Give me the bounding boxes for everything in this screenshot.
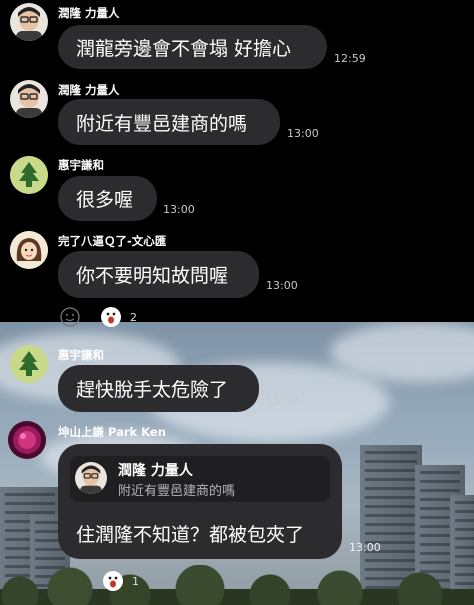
avatar[interactable] (10, 80, 48, 118)
sender-name: 惠宇謙和 (58, 348, 104, 362)
sender-name: 惠宇謙和 (58, 158, 104, 172)
message-bubble[interactable]: 潤龍旁邊會不會塌 好擔心 (58, 25, 327, 69)
reaction-count: 2 (130, 310, 137, 324)
surprise-reaction-icon[interactable] (100, 306, 122, 328)
message-time: 12:59 (334, 52, 366, 65)
message-time: 13:00 (287, 127, 319, 140)
sender-name: 坤山上謙 Park Ken (58, 425, 166, 439)
quoted-avatar (75, 462, 107, 494)
sender-name: 完了八逼Ｑ了-文心匯 (58, 234, 167, 248)
message-bubble[interactable]: 趕快脫手太危險了 (58, 365, 259, 412)
quoted-sender: 潤隆 力量人 (118, 463, 193, 479)
avatar[interactable] (10, 156, 48, 194)
avatar[interactable] (10, 3, 48, 41)
sender-name: 潤隆 力量人 (58, 83, 120, 97)
reaction-row[interactable]: 1 (102, 570, 139, 592)
message-time: 13:00 (266, 279, 298, 292)
surprise-reaction-icon[interactable] (102, 570, 124, 592)
message-bubble[interactable]: 很多喔 (58, 176, 157, 221)
message-time: 13:00 (163, 203, 195, 216)
message-bubble[interactable]: 附近有豐邑建商的嗎 (58, 99, 280, 145)
reaction-row[interactable]: 2 (60, 306, 137, 328)
message-bubble[interactable]: 你不要明知故問喔 (58, 251, 259, 298)
sender-name: 潤隆 力量人 (58, 6, 120, 20)
reply-text: 住潤隆不知道？都被包夾了 (76, 524, 305, 546)
quoted-message[interactable]: 潤隆 力量人 附近有豐邑建商的嗎 (70, 456, 330, 502)
avatar[interactable] (8, 421, 46, 459)
avatar[interactable] (10, 231, 48, 269)
reply-message-bubble[interactable]: 潤隆 力量人 附近有豐邑建商的嗎 住潤隆不知道？都被包夾了 (58, 444, 342, 559)
message-time: 13:00 (266, 394, 298, 407)
avatar[interactable] (10, 345, 48, 383)
add-reaction-icon[interactable] (60, 307, 80, 327)
reaction-count: 1 (132, 574, 139, 588)
message-time: 13:00 (349, 541, 381, 554)
quoted-text: 附近有豐邑建商的嗎 (118, 484, 236, 499)
